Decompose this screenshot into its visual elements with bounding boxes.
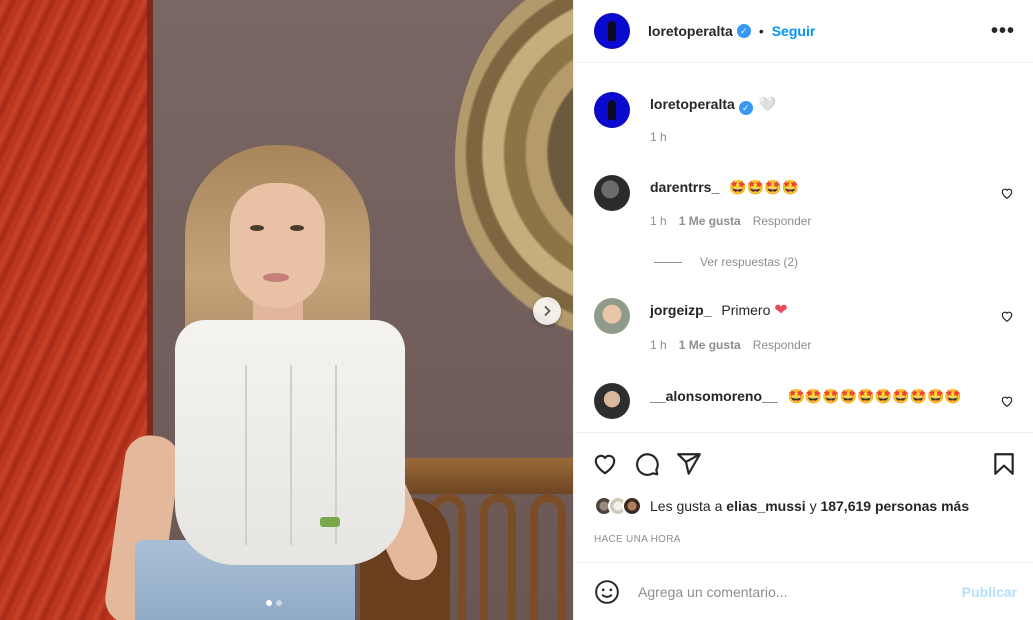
heart-outline-icon[interactable] bbox=[1000, 394, 1014, 408]
likes-prefix: Les gusta a bbox=[650, 498, 723, 514]
caption-username[interactable]: loretoperalta bbox=[650, 96, 735, 112]
carousel-dot bbox=[276, 600, 282, 606]
red-heart-emoji: ❤ bbox=[774, 302, 788, 319]
commenter-avatar[interactable] bbox=[594, 383, 630, 419]
post-timestamp[interactable]: HACE UNA HORA bbox=[594, 534, 681, 545]
more-options-icon[interactable]: ••• bbox=[991, 20, 1015, 43]
author-username[interactable]: loretoperalta bbox=[648, 23, 733, 39]
add-comment-bar: Publicar bbox=[574, 562, 1033, 620]
comment-icon[interactable] bbox=[634, 451, 660, 477]
caption-avatar[interactable] bbox=[594, 92, 630, 128]
comment-body: jorgeizp_ Primero ❤ 1 h 1 Me gusta Respo… bbox=[650, 300, 995, 352]
action-icons bbox=[592, 451, 702, 477]
top-seam bbox=[245, 365, 247, 545]
reply-button[interactable]: Responder bbox=[753, 214, 812, 228]
comment-input[interactable] bbox=[638, 583, 962, 600]
commenter-avatar[interactable] bbox=[594, 298, 630, 334]
save-button[interactable] bbox=[991, 451, 1017, 480]
post-header: loretoperalta ✓ • Seguir ••• bbox=[574, 0, 1033, 63]
liker-username[interactable]: elias_mussi bbox=[726, 498, 805, 514]
carousel-dot-active bbox=[266, 600, 272, 606]
next-image-button[interactable] bbox=[533, 297, 561, 325]
comment-body: __alonsomoreno__ 🤩🤩🤩🤩🤩🤩🤩🤩🤩🤩 bbox=[650, 385, 990, 407]
comment-username[interactable]: jorgeizp_ bbox=[650, 302, 711, 318]
comment-time[interactable]: 1 h bbox=[650, 338, 667, 352]
likes-text: Les gusta a elias_mussi y 187,619 person… bbox=[650, 498, 969, 514]
bookmark-icon bbox=[994, 453, 1014, 475]
like-heart-icon[interactable] bbox=[592, 451, 618, 477]
share-icon[interactable] bbox=[676, 451, 702, 477]
comment-likes[interactable]: 1 Me gusta bbox=[679, 214, 741, 228]
reply-button[interactable]: Responder bbox=[753, 338, 812, 352]
heart-outline-icon[interactable] bbox=[1000, 186, 1014, 200]
carousel-dots bbox=[266, 600, 282, 606]
comment-username[interactable]: darentrrs_ bbox=[650, 179, 719, 195]
post-sidebar: loretoperalta ✓ • Seguir ••• loretoperal… bbox=[573, 0, 1033, 620]
separator-dot: • bbox=[758, 23, 764, 39]
comment-username[interactable]: __alonsomoreno__ bbox=[650, 388, 778, 404]
author-avatar[interactable] bbox=[594, 13, 630, 49]
eye bbox=[290, 225, 304, 231]
comment-body: darentrrs_ 🤩🤩🤩🤩 1 h 1 Me gusta Responder bbox=[650, 177, 995, 228]
comments-list[interactable]: loretoperalta ✓ 🤍 1 h darentrrs_ 🤩🤩🤩🤩 1 h … bbox=[574, 64, 1033, 432]
comment-text: 🤩🤩🤩🤩🤩🤩🤩🤩🤩🤩 bbox=[787, 388, 962, 404]
eye bbox=[250, 225, 264, 231]
likes-summary[interactable]: Les gusta a elias_mussi y 187,619 person… bbox=[594, 496, 969, 516]
heart-outline-icon[interactable] bbox=[1000, 309, 1014, 323]
comment-text: 🤩🤩🤩🤩 bbox=[729, 179, 799, 195]
post-image bbox=[0, 0, 573, 620]
top-seam bbox=[290, 365, 292, 545]
replies-line bbox=[654, 261, 682, 263]
commenter-avatar[interactable] bbox=[594, 175, 630, 211]
lips bbox=[263, 273, 289, 282]
view-replies-label: Ver respuestas (2) bbox=[700, 255, 799, 269]
verified-badge-icon: ✓ bbox=[736, 24, 751, 38]
person-figure bbox=[102, 145, 455, 620]
caption-time[interactable]: 1 h bbox=[650, 130, 667, 144]
comment-likes[interactable]: 1 Me gusta bbox=[679, 338, 741, 352]
bench-arch bbox=[480, 494, 516, 620]
bench-arch bbox=[530, 494, 566, 620]
caption-text: 🤍 bbox=[758, 96, 777, 112]
verified-badge-icon: ✓ bbox=[738, 101, 753, 115]
chevron-right-icon bbox=[544, 305, 551, 317]
post-actions: Les gusta a elias_mussi y 187,619 person… bbox=[574, 432, 1033, 562]
emoji-smile-icon[interactable] bbox=[594, 579, 620, 605]
comment-text: Primero bbox=[721, 302, 771, 318]
likes-connector: y bbox=[809, 498, 817, 514]
view-replies-button[interactable]: Ver respuestas (2) bbox=[654, 255, 798, 269]
caption-body: loretoperalta ✓ 🤍 1 h bbox=[650, 94, 995, 144]
follow-button[interactable]: Seguir bbox=[772, 23, 816, 39]
likes-count[interactable]: 187,619 personas más bbox=[820, 498, 969, 514]
face bbox=[230, 183, 325, 308]
liker-avatar bbox=[622, 496, 642, 516]
watch bbox=[320, 517, 340, 527]
comment-time[interactable]: 1 h bbox=[650, 214, 667, 228]
publish-button[interactable]: Publicar bbox=[962, 584, 1017, 600]
